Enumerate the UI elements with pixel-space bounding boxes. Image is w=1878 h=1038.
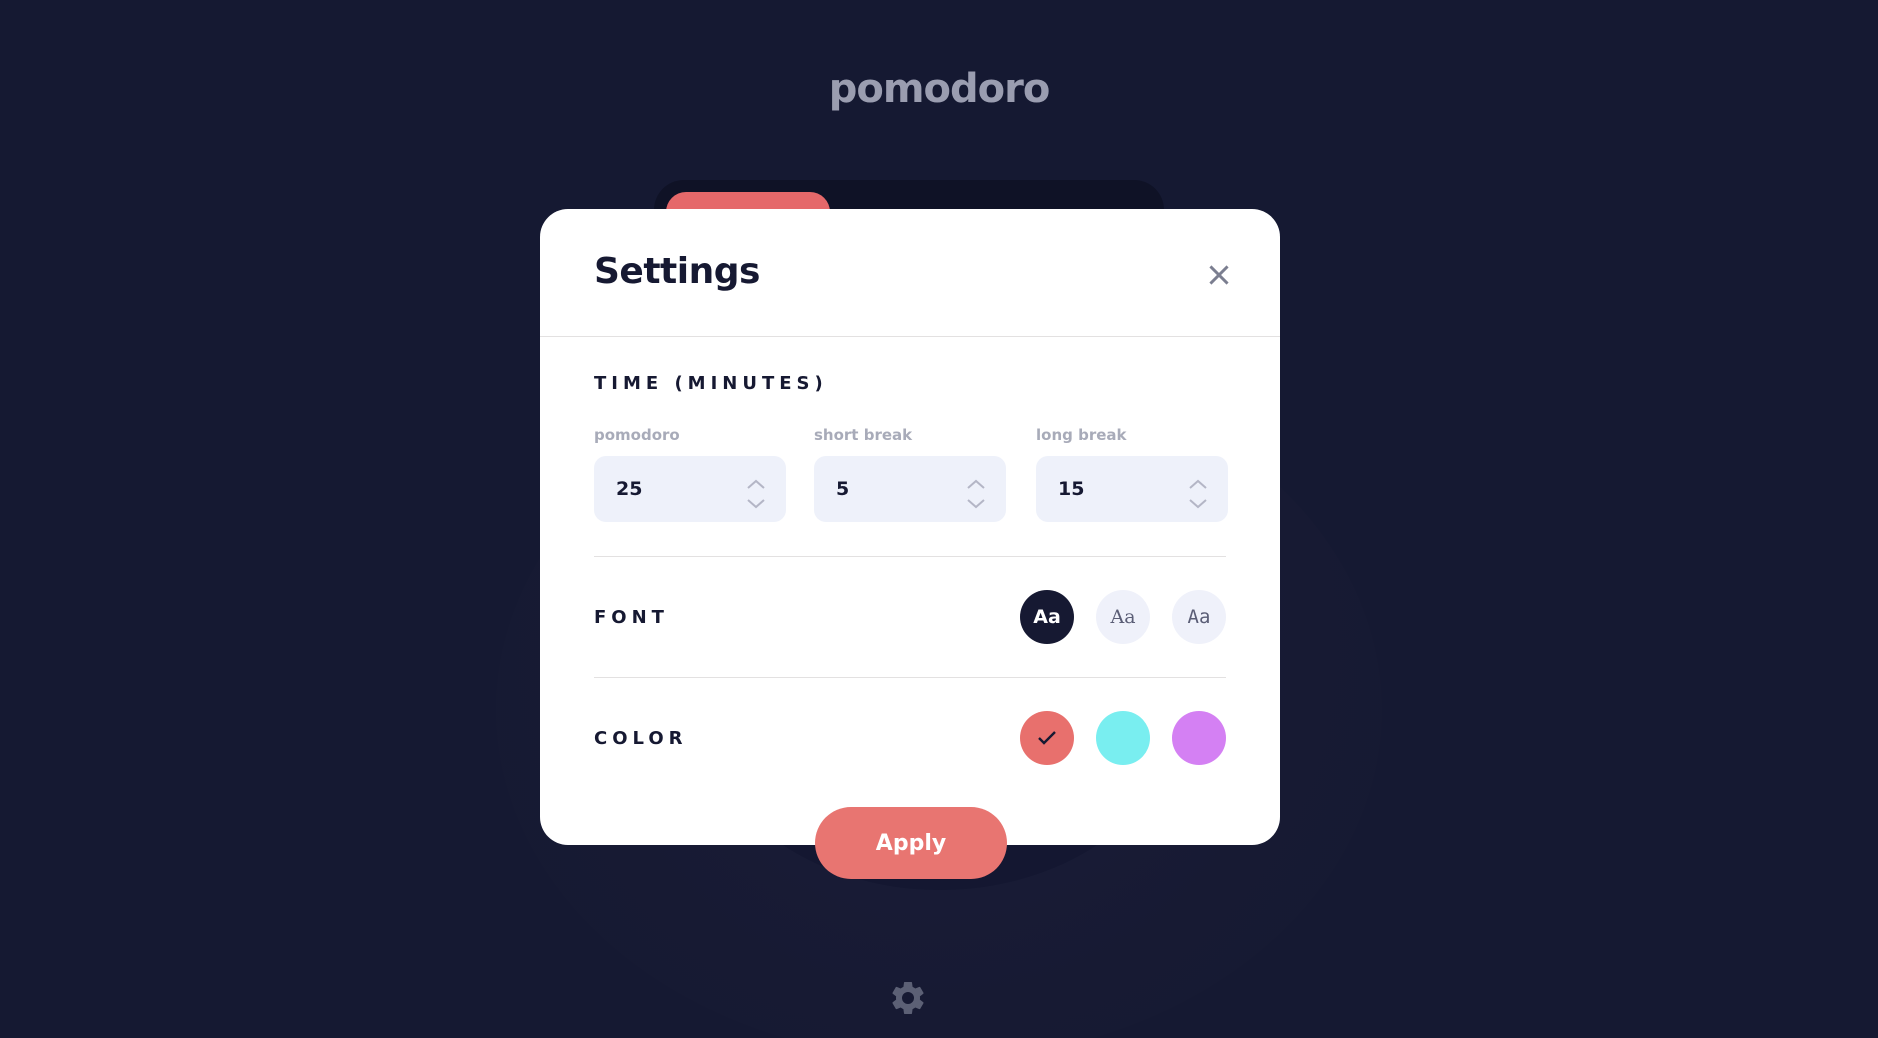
pomodoro-stepper: [746, 474, 766, 509]
chevron-up-icon[interactable]: [1188, 474, 1208, 489]
color-section-title: COLOR: [594, 727, 688, 749]
pomodoro-value[interactable]: 25: [616, 478, 642, 500]
color-row: COLOR: [594, 678, 1226, 798]
color-option-cyan[interactable]: [1096, 711, 1150, 765]
time-fields: pomodoro 25 short break 5 long break 15: [594, 426, 1228, 522]
short-break-stepper: [966, 474, 986, 509]
check-icon: [1038, 731, 1056, 745]
pomodoro-input[interactable]: 25: [594, 456, 786, 522]
color-option-purple[interactable]: [1172, 711, 1226, 765]
font-row: FONT Aa Aa Aa: [594, 557, 1226, 677]
close-icon: [1209, 264, 1229, 285]
color-option-red[interactable]: [1020, 711, 1074, 765]
chevron-down-icon[interactable]: [966, 494, 986, 509]
chevron-down-icon[interactable]: [1188, 494, 1208, 509]
app-title: pomodoro: [828, 66, 1051, 112]
long-break-field: long break 15: [1036, 426, 1228, 522]
short-break-field: short break 5: [814, 426, 1006, 522]
font-section-title: FONT: [594, 606, 669, 628]
short-break-input[interactable]: 5: [814, 456, 1006, 522]
pomodoro-field: pomodoro 25: [594, 426, 786, 522]
pomodoro-label: pomodoro: [594, 426, 680, 444]
modal-body: TIME (MINUTES) pomodoro 25 short break 5: [540, 373, 1280, 798]
modal-title: Settings: [594, 251, 760, 292]
long-break-label: long break: [1036, 426, 1127, 444]
chevron-down-icon[interactable]: [746, 494, 766, 509]
color-options: [1020, 711, 1226, 765]
font-options: Aa Aa Aa: [1020, 590, 1226, 644]
time-section-title: TIME (MINUTES): [594, 373, 828, 394]
font-option-serif[interactable]: Aa: [1096, 590, 1150, 644]
long-break-input[interactable]: 15: [1036, 456, 1228, 522]
font-option-mono[interactable]: Aa: [1172, 590, 1226, 644]
font-option-sans[interactable]: Aa: [1020, 590, 1074, 644]
long-break-stepper: [1188, 474, 1208, 509]
apply-button[interactable]: Apply: [815, 807, 1007, 879]
settings-modal: Settings TIME (MINUTES) pomodoro 25 shor…: [540, 209, 1280, 845]
long-break-value[interactable]: 15: [1058, 478, 1084, 500]
chevron-up-icon[interactable]: [966, 474, 986, 489]
gear-icon: [892, 981, 924, 1014]
modal-header: Settings: [540, 209, 1280, 337]
close-button[interactable]: [1204, 260, 1234, 290]
settings-gear-button[interactable]: [888, 978, 928, 1018]
short-break-label: short break: [814, 426, 913, 444]
short-break-value[interactable]: 5: [836, 478, 849, 500]
chevron-up-icon[interactable]: [746, 474, 766, 489]
